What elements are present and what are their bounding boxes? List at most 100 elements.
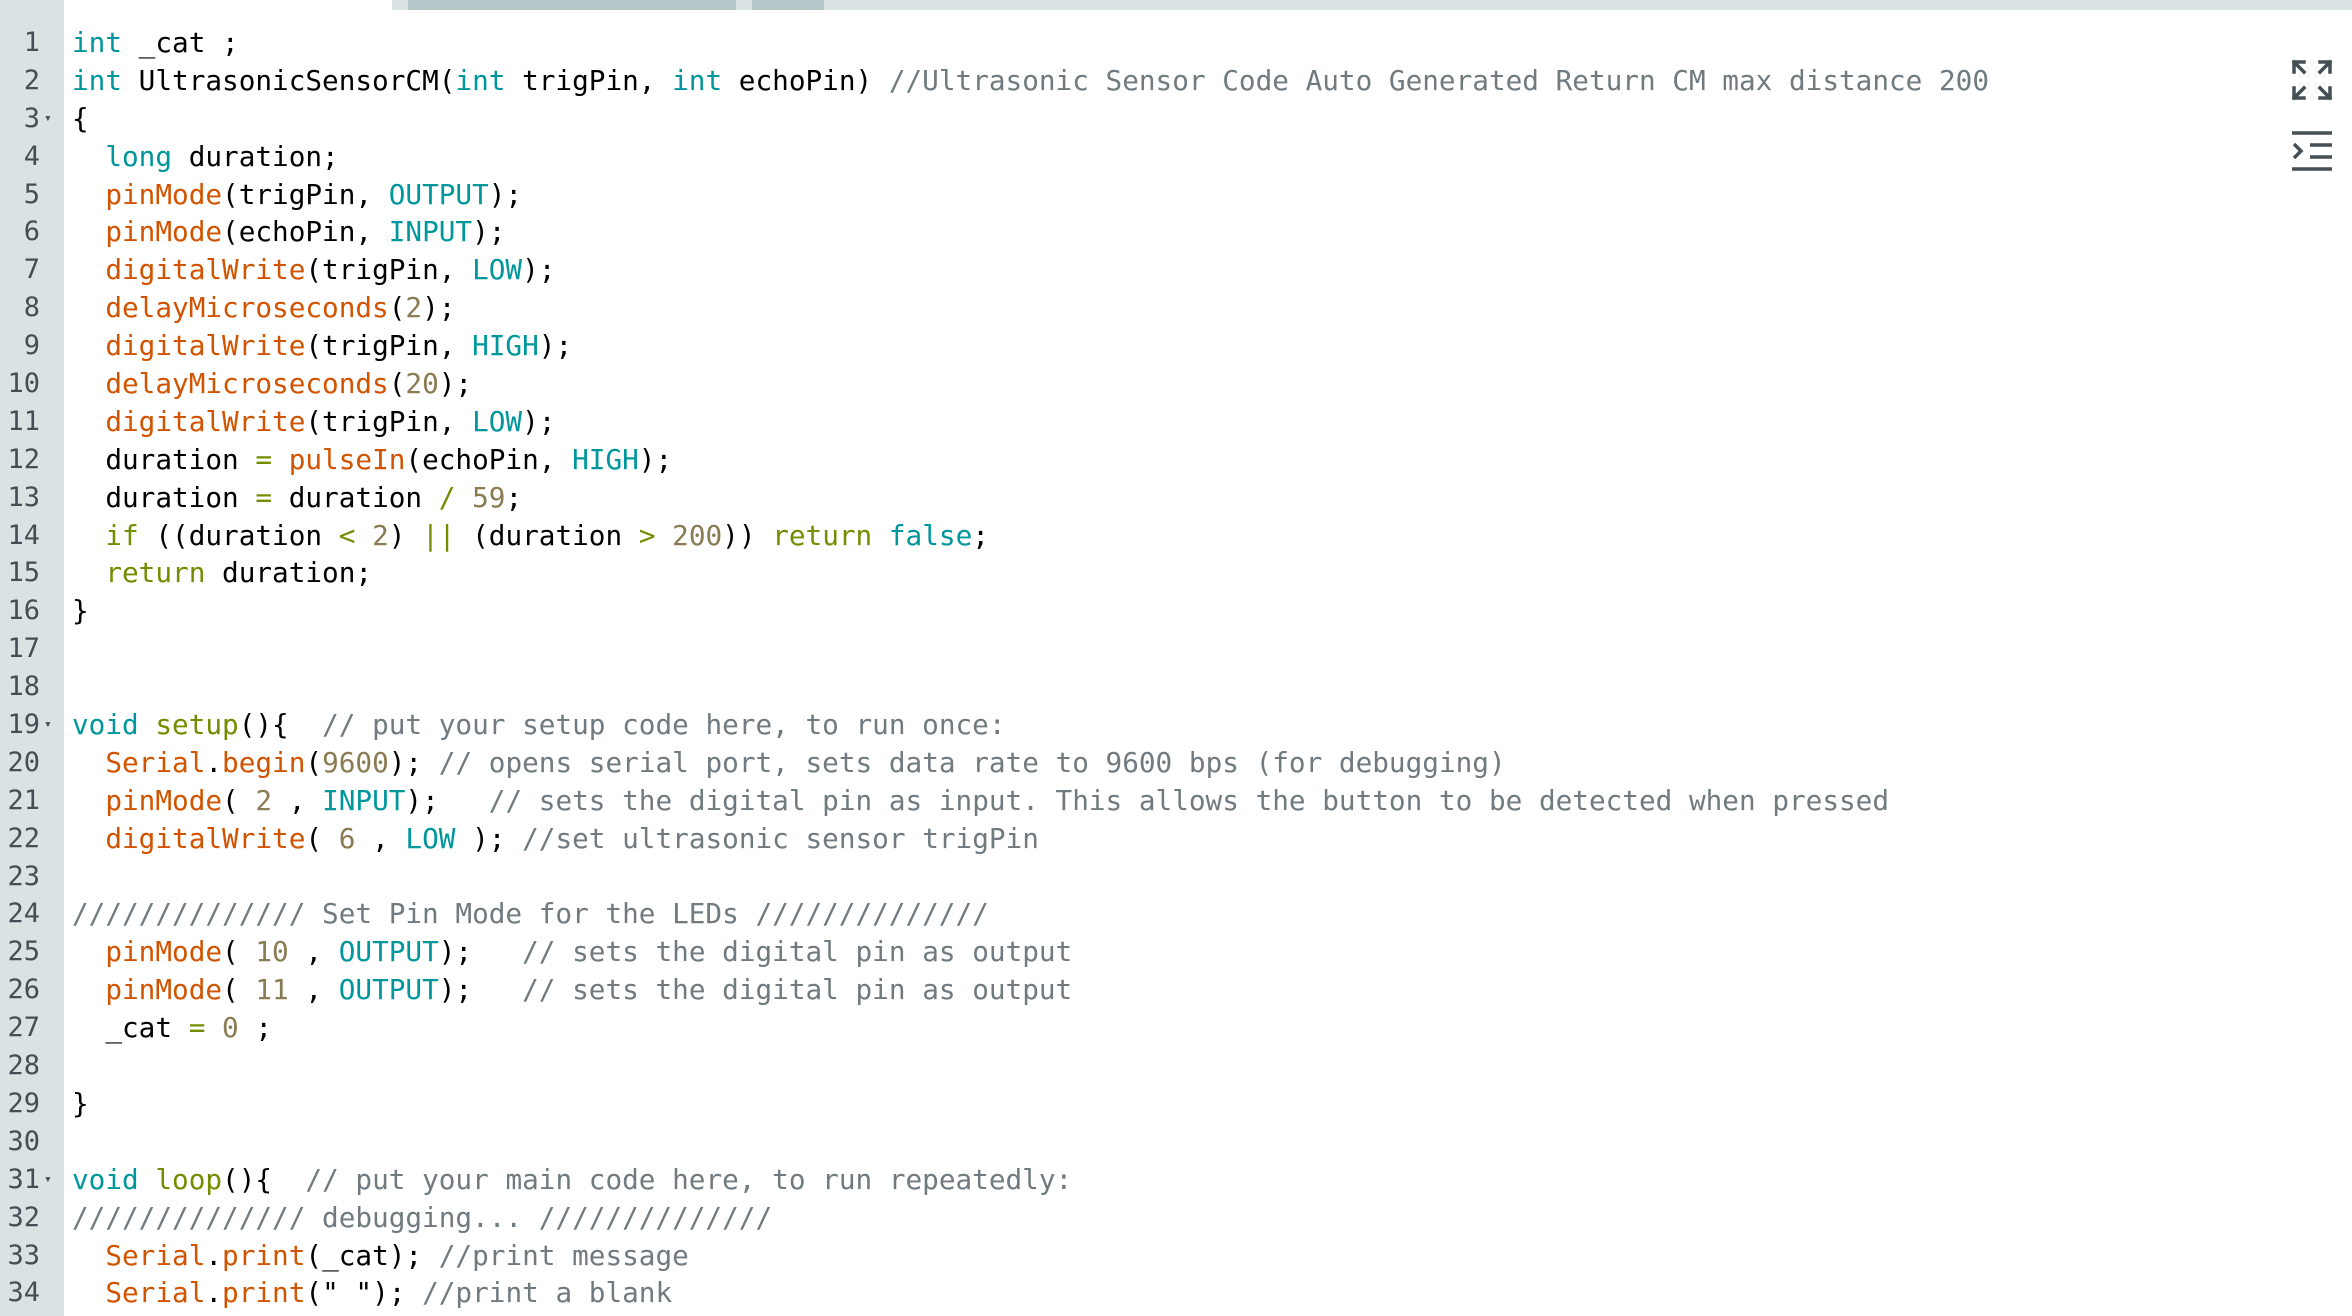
code-content: long duration; — [72, 138, 338, 176]
code-line[interactable]: 2 int UltrasonicSensorCM(int trigPin, int… — [0, 62, 2352, 100]
code-text: duration — [272, 480, 439, 514]
code-content: { — [72, 100, 89, 138]
fold-toggle-icon[interactable]: ▾ — [44, 100, 52, 138]
code-content: digitalWrite(trigPin, LOW); — [72, 403, 555, 441]
fold-toggle-icon[interactable]: ▾ — [44, 1161, 52, 1199]
scrollbar-thumb[interactable] — [408, 0, 736, 10]
code-line[interactable]: 14 if ((duration < 2) || (duration > 200… — [0, 517, 2352, 555]
code-text: ); — [638, 442, 673, 476]
keyword-token: LOW — [472, 404, 523, 438]
code-line[interactable]: 15 return duration; — [0, 554, 2352, 592]
code-line[interactable]: 27 _cat = 0 ; — [0, 1009, 2352, 1047]
line-number: 12 — [7, 443, 40, 475]
line-number: 25 — [7, 936, 40, 968]
code-line[interactable]: 22 digitalWrite( 6 , LOW ); //set ultras… — [0, 820, 2352, 858]
code-content: pinMode( 10 , OUTPUT); // sets the digit… — [72, 933, 1072, 971]
code-text: ; — [505, 480, 523, 514]
code-text: ( — [305, 745, 323, 779]
comment-token: //Ultrasonic Sensor Code Auto Generated … — [888, 63, 1990, 97]
code-line[interactable]: 30 — [0, 1123, 2352, 1161]
code-line[interactable]: 7 digitalWrite(trigPin, LOW); — [0, 251, 2352, 289]
code-line[interactable]: 12 duration = pulseIn(echoPin, HIGH); — [0, 441, 2352, 479]
code-line[interactable]: 28 — [0, 1047, 2352, 1085]
fold-toggle-icon[interactable]: ▾ — [44, 706, 52, 744]
keyword-token: LOW — [472, 253, 523, 287]
code-content: duration = duration / 59; — [72, 479, 522, 517]
code-text: , — [355, 821, 406, 855]
code-line[interactable]: 19 ▾ void setup(){ // put your setup code … — [0, 706, 2352, 744]
code-line[interactable]: 16} — [0, 592, 2352, 630]
code-line[interactable]: 26 pinMode( 11 , OUTPUT); // sets the di… — [0, 971, 2352, 1009]
code-editor[interactable]: 1 int _cat ; 2 int UltrasonicSensorCM(int t… — [0, 24, 2352, 1312]
expand-icon[interactable] — [2290, 58, 2334, 102]
code-content: int _cat ; — [72, 24, 239, 62]
code-text: (echoPin, — [405, 442, 573, 476]
comment-token: // sets the digital pin as output — [522, 935, 1073, 969]
code-line[interactable]: 6 pinMode(echoPin, INPUT); — [0, 213, 2352, 251]
code-content: void setup(){ // put your setup code her… — [72, 706, 1006, 744]
line-number: 33 — [7, 1239, 40, 1271]
line-number: 24 — [7, 898, 40, 930]
comment-token: //set ultrasonic sensor trigPin — [522, 821, 1039, 855]
code-line[interactable]: 3 ▾ { — [0, 100, 2352, 138]
line-number: 13 — [7, 481, 40, 513]
code-line[interactable]: 31 ▾ void loop(){ // put your main code he… — [0, 1161, 2352, 1199]
indent-icon[interactable] — [2290, 130, 2334, 174]
code-content: digitalWrite( 6 , LOW ); //set ultrasoni… — [72, 820, 1039, 858]
line-number: 2 — [23, 64, 40, 96]
code-text: ( — [388, 291, 406, 325]
code-line[interactable]: 33 Serial.print(_cat); //print message — [0, 1237, 2352, 1275]
keyword-token: INPUT — [322, 783, 406, 817]
code-text: . — [205, 1276, 223, 1310]
code-line[interactable]: 17 — [0, 630, 2352, 668]
code-line[interactable]: 11 digitalWrite(trigPin, LOW); — [0, 403, 2352, 441]
code-line[interactable]: 5 pinMode(trigPin, OUTPUT); — [0, 176, 2352, 214]
code-line[interactable]: 32 ////////////// debugging... //////////… — [0, 1199, 2352, 1237]
code-line[interactable]: 29} — [0, 1085, 2352, 1123]
code-text: ); — [405, 783, 489, 817]
code-line[interactable]: 9 digitalWrite(trigPin, HIGH); — [0, 327, 2352, 365]
keyword-token: HIGH — [572, 442, 639, 476]
comment-token: //print a blank — [422, 1276, 673, 1310]
code-line[interactable]: 23 — [0, 858, 2352, 896]
code-line[interactable]: 34 Serial.print(" "); //print a blank — [0, 1274, 2352, 1312]
line-number: 9 — [23, 330, 40, 362]
code-line[interactable]: 8 delayMicroseconds(2); — [0, 289, 2352, 327]
code-text: (trigPin, — [222, 177, 389, 211]
keyword-token: OUTPUT — [338, 935, 439, 969]
code-line[interactable]: 20 Serial.begin(9600); // opens serial p… — [0, 744, 2352, 782]
line-number: 10 — [7, 368, 40, 400]
code-content: ////////////// debugging... ////////////… — [72, 1199, 772, 1237]
code-line[interactable]: 1 int _cat ; — [0, 24, 2352, 62]
code-content: } — [72, 1085, 89, 1123]
code-text: ( — [222, 783, 256, 817]
code-line[interactable]: 18 — [0, 668, 2352, 706]
line-number: 15 — [7, 557, 40, 589]
code-text: ); — [488, 177, 523, 211]
code-line[interactable]: 4 long duration; — [0, 138, 2352, 176]
code-text: ); — [455, 821, 523, 855]
code-text: { — [72, 101, 89, 135]
code-line[interactable]: 24 ////////////// Set Pin Mode for the LE… — [0, 895, 2352, 933]
line-number: 19 — [7, 709, 40, 741]
code-line[interactable]: 13 duration = duration / 59; — [0, 479, 2352, 517]
line-number: 34 — [7, 1277, 40, 1309]
line-number: 16 — [7, 595, 40, 627]
keyword-token: LOW — [405, 821, 456, 855]
function-token: digitalWrite — [105, 821, 306, 855]
code-line[interactable]: 21 pinMode( 2 , INPUT); // sets the digi… — [0, 782, 2352, 820]
horizontal-scrollbar[interactable] — [392, 0, 2352, 10]
scrollbar-thumb-secondary[interactable] — [752, 0, 824, 10]
code-line[interactable]: 25 pinMode( 10 , OUTPUT); // sets the di… — [0, 933, 2352, 971]
code-text: , — [272, 783, 323, 817]
code-line[interactable]: 10 delayMicroseconds(20); — [0, 365, 2352, 403]
